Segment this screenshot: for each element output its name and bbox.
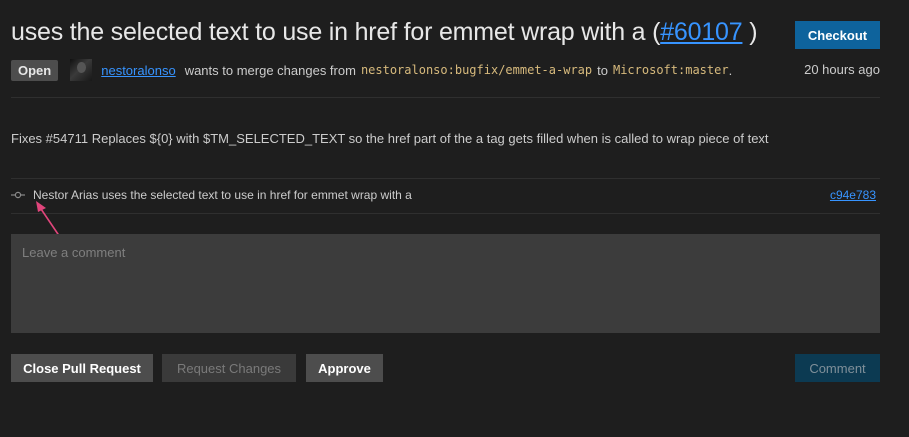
commit-divider (11, 213, 880, 214)
merge-text: wants to merge changes from (184, 62, 356, 78)
pr-meta-row: Open nestoralonso wants to merge changes… (11, 59, 732, 81)
approve-button[interactable]: Approve (306, 354, 383, 382)
header-divider (11, 97, 880, 98)
commit-message: Nestor Arias uses the selected text to u… (33, 188, 412, 202)
target-branch: Microsoft:master (612, 63, 729, 77)
pr-number-link[interactable]: #60107 (660, 18, 742, 46)
avatar[interactable] (70, 59, 93, 81)
source-branch: nestoralonso:bugfix/emmet-a-wrap (360, 63, 593, 77)
status-badge: Open (11, 59, 59, 81)
title-close-paren: ) (742, 18, 758, 46)
timestamp: 20 hours ago (804, 62, 880, 77)
pull-request-view: uses the selected text to use in href fo… (0, 0, 909, 437)
checkout-button[interactable]: Checkout (795, 21, 880, 49)
commit-sha-link[interactable]: c94e783 (830, 188, 876, 202)
commit-row: Nestor Arias uses the selected text to u… (11, 186, 880, 206)
pr-description: Fixes #54711 Replaces ${0} with $TM_SELE… (11, 131, 769, 146)
comment-input[interactable] (11, 234, 880, 333)
description-divider (11, 178, 880, 179)
title-open-paren: ( (645, 18, 661, 46)
git-commit-icon (11, 191, 25, 199)
to-text: to (597, 62, 608, 78)
meta-period: . (728, 62, 733, 78)
page-title: uses the selected text to use in href fo… (11, 18, 758, 47)
close-pull-request-button[interactable]: Close Pull Request (11, 354, 153, 382)
pr-title-text: uses the selected text to use in href fo… (11, 18, 646, 46)
comment-button[interactable]: Comment (795, 354, 880, 382)
author-link[interactable]: nestoralonso (101, 63, 175, 78)
request-changes-button[interactable]: Request Changes (162, 354, 296, 382)
